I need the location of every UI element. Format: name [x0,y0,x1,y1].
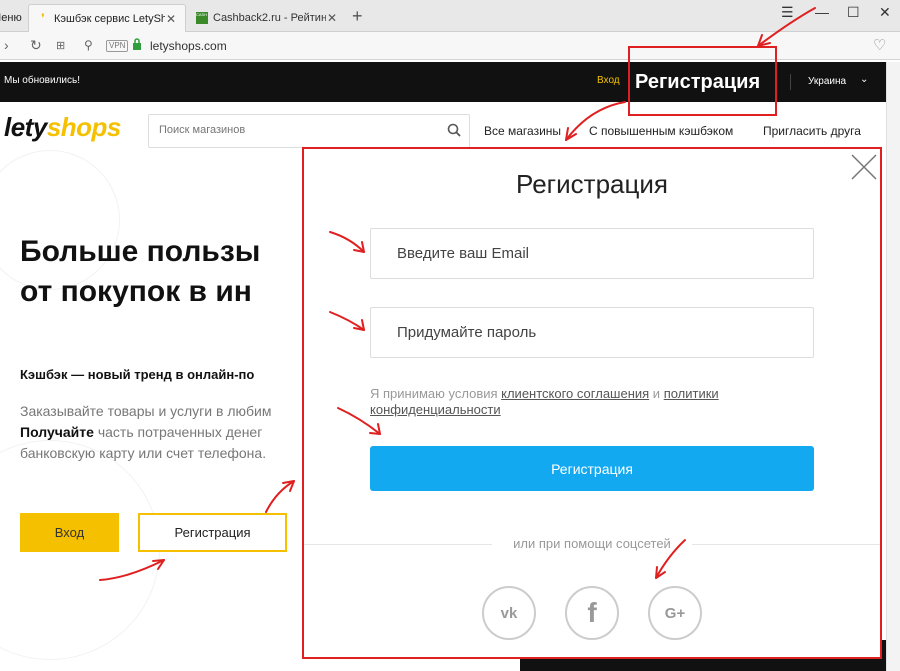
hero-body-line: Заказывайте товары и услуги в любим [20,403,272,419]
topbar-login-link[interactable]: Вход [597,75,620,86]
logo-part-lety: lety [4,112,47,142]
registration-modal: Регистрация Я принимаю условия клиентско… [302,147,882,659]
vk-login-button[interactable]: vk [482,586,536,640]
hero-register-button[interactable]: Регистрация [138,513,287,552]
new-tab-plus-icon[interactable]: + [352,6,363,27]
terms-agreement: Я принимаю условия клиентского соглашени… [370,386,814,418]
window-close-icon[interactable]: ✕ [879,4,891,21]
email-field[interactable] [370,228,814,279]
reload-icon[interactable]: ↻ [30,37,42,54]
terms-text: и [649,386,664,401]
url-text[interactable]: letyshops.com [150,39,227,53]
annotation-highlight-box [628,46,777,116]
cashback2-favicon-icon: CASH BACK [196,12,208,24]
hero-body: Заказывайте товары и услуги в любим Полу… [20,401,300,464]
annotation-arrow [282,480,295,492]
hero-title: Больше пользы от покупок в ин [20,232,300,312]
google-plus-login-button[interactable]: G+ [648,586,702,640]
page-scrollbar[interactable] [886,62,900,671]
browser-tab-letyshops[interactable]: ❜ Кэшбэк сервис LetyShops ✕ [28,4,186,32]
facebook-login-button[interactable]: f [565,586,619,640]
hero-body-line: банковскую карту или счет телефона. [20,445,267,461]
logo-part-shops: shops [46,112,122,142]
bookmark-heart-icon[interactable]: ♡ [873,36,886,54]
nav-increased-cashback[interactable]: С повышенным кэшбэком [589,124,733,138]
hero-body-line: Получайте часть потраченных денег [20,422,300,443]
vpn-badge[interactable]: VPN [106,40,129,52]
nav-invite-friend[interactable]: Пригласить друга [763,124,861,138]
vk-icon: vk [500,604,518,622]
browser-tab-bar: Меню ❜ Кэшбэк сервис LetyShops ✕ CASH BA… [0,0,900,32]
chevron-down-icon[interactable]: ⌄ [860,74,868,85]
maximize-icon[interactable]: ☐ [847,4,860,21]
nav-all-stores[interactable]: Все магазины [484,124,561,138]
minimize-icon[interactable]: — [815,4,829,20]
hero-login-button[interactable]: Вход [20,513,119,552]
topbar-separator [790,74,791,90]
annotation-arrow [565,127,577,141]
page-info-icon[interactable]: ⚲ [84,38,93,52]
tab-close-icon[interactable]: ✕ [326,11,338,25]
hero-title-line: от покупок в ин [20,275,252,308]
client-agreement-link[interactable]: клиентского соглашения [501,386,649,401]
social-divider-text: или при помощи соцсетей [492,536,692,551]
google-plus-icon: G+ [664,604,686,622]
store-search-box [148,114,470,148]
country-selector[interactable]: Украина [808,76,846,87]
store-search-input[interactable] [159,124,429,136]
hero-subtitle: Кэшбэк — новый тренд в онлайн-по [20,367,255,382]
lock-icon [133,38,141,50]
annotation-arrow [265,480,295,513]
speed-dial-icon[interactable]: ⊞ [56,39,65,52]
letyshops-favicon-icon: ❜ [41,12,45,24]
tab-close-icon[interactable]: ✕ [165,12,177,26]
forward-icon[interactable]: › [4,37,9,53]
hero-title-line: Больше пользы [20,235,261,268]
screenshot-root: Меню ❜ Кэшбэк сервис LetyShops ✕ CASH BA… [0,0,900,671]
hero-body-rest: часть потраченных денег [93,424,263,440]
browser-menu-label: Меню [0,12,22,24]
hero-body-bold: Получайте [20,424,94,440]
terms-text: Я принимаю условия [370,386,502,401]
register-submit-button[interactable]: Регистрация [370,446,814,491]
tab-title: Cashback2.ru - Рейтинг лу [213,12,326,24]
browser-menu-tab[interactable]: Меню [0,4,26,32]
browser-menu-icon[interactable]: ☰ [781,4,794,21]
letyshops-logo[interactable]: letyshops [4,112,121,143]
password-field[interactable] [370,307,814,358]
search-icon[interactable] [447,123,461,137]
modal-title: Регистрация [516,169,668,199]
tab-title: Кэшбэк сервис LetyShops [54,12,165,25]
browser-tab-cashback2[interactable]: CASH BACK Cashback2.ru - Рейтинг лу ✕ [188,4,346,32]
facebook-icon: f [587,597,597,628]
updated-notice[interactable]: Мы обновились! [4,75,80,86]
